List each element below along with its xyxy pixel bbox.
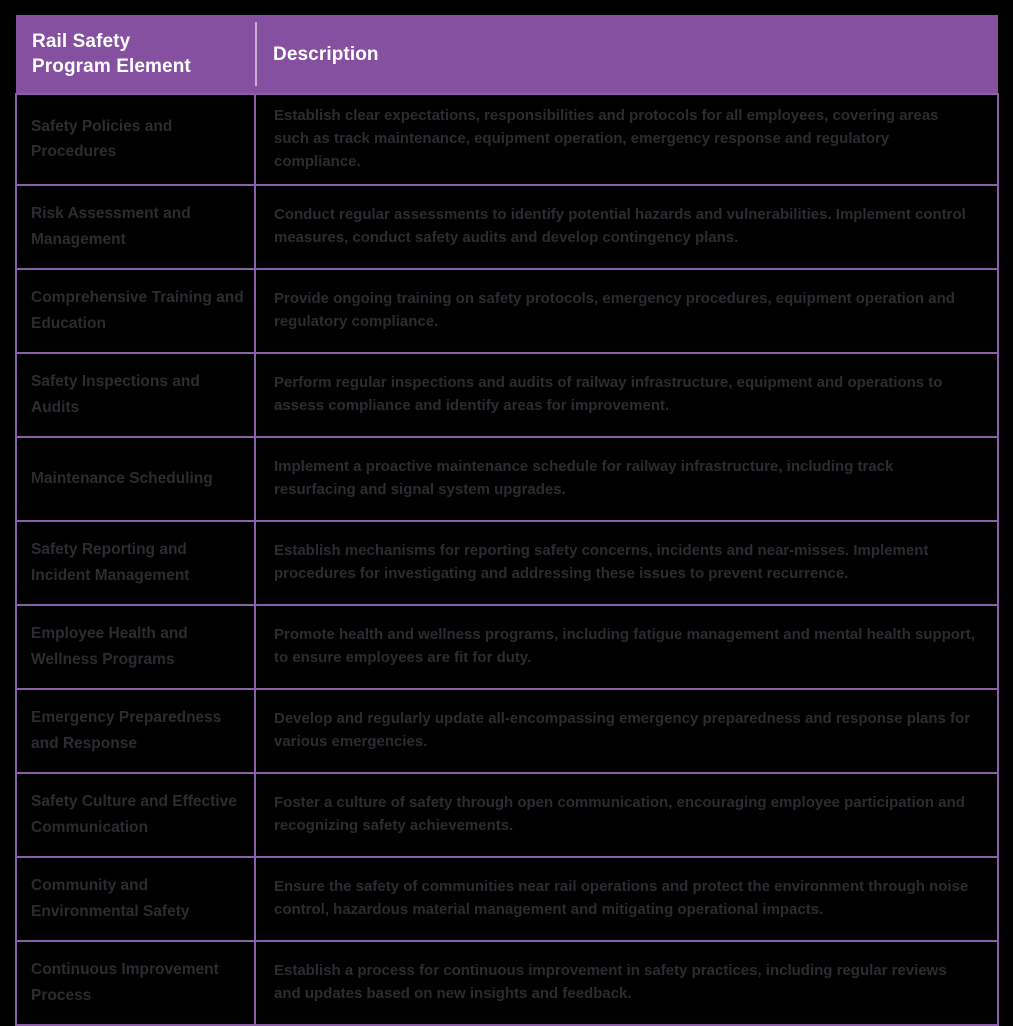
cell-description: Promote health and wellness programs, in… [254,603,999,690]
cell-description: Ensure the safety of communities near ra… [254,855,999,942]
cell-description: Provide ongoing training on safety proto… [254,267,999,354]
column-header-element: Rail Safety Program Element [16,15,255,95]
table-row: Safety Reporting and Incident Management… [15,519,999,606]
table-row: Safety Policies and Procedures Establish … [15,93,999,186]
cell-program-element: Employee Health and Wellness Programs [15,603,256,690]
cell-description: Establish mechanisms for reporting safet… [254,519,999,606]
table-row: Safety Inspections and Audits Perform reg… [15,351,999,438]
table-row: Community and Environmental Safety Ensure… [15,855,999,942]
table-row: Emergency Preparedness and Response Devel… [15,687,999,774]
table-header: Rail Safety Program Element Description [16,15,998,95]
table-body: Safety Policies and Procedures Establish … [15,93,999,1026]
cell-program-element: Continuous Improvement Process [15,939,256,1026]
cell-program-element: Community and Environmental Safety [15,855,256,942]
rail-safety-table-container: Rail Safety Program Element Description … [15,15,999,1026]
table-row: Employee Health and Wellness Programs Pro… [15,603,999,690]
column-header-element-line1: Rail Safety [32,31,131,52]
cell-program-element: Safety Inspections and Audits [15,351,256,438]
column-header-description: Description [255,15,998,95]
table-row: Maintenance Scheduling Implement a proact… [15,435,999,522]
table-row: Comprehensive Training and Education Prov… [15,267,999,354]
cell-program-element: Maintenance Scheduling [15,435,256,522]
cell-program-element: Comprehensive Training and Education [15,267,256,354]
rail-safety-program-table: Rail Safety Program Element Description … [15,15,999,1026]
cell-program-element: Risk Assessment and Management [15,183,256,270]
cell-description: Perform regular inspections and audits o… [254,351,999,438]
table-row: Safety Culture and Effective Communicati… [15,771,999,858]
cell-program-element: Emergency Preparedness and Response [15,687,256,774]
cell-program-element: Safety Policies and Procedures [15,93,256,186]
table-row: Continuous Improvement Process Establish … [15,939,999,1026]
cell-program-element: Safety Reporting and Incident Management [15,519,256,606]
column-header-element-line2: Program Element [32,56,191,78]
cell-description: Establish a process for continuous impro… [254,939,999,1026]
cell-description: Develop and regularly update all-encompa… [254,687,999,774]
cell-description: Foster a culture of safety through open … [254,771,999,858]
table-row: Risk Assessment and Management Conduct re… [15,183,999,270]
cell-program-element: Safety Culture and Effective Communicati… [15,771,256,858]
cell-description: Establish clear expectations, responsibi… [254,93,999,186]
cell-description: Implement a proactive maintenance schedu… [254,435,999,522]
page-root: Rail Safety Program Element Description … [0,0,1013,1026]
header-row: Rail Safety Program Element Description [16,15,998,95]
cell-description: Conduct regular assessments to identify … [254,183,999,270]
